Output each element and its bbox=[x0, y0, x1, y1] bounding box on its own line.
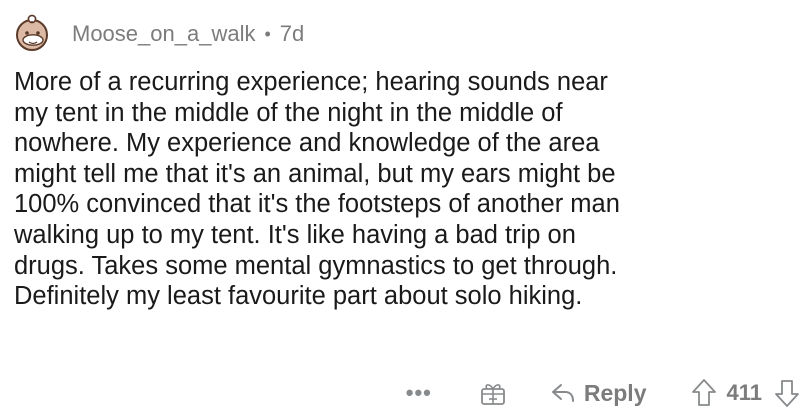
reply-label: Reply bbox=[583, 379, 647, 406]
comment-body-line: nowhere. My experience and knowledge of … bbox=[14, 129, 600, 158]
comment-body-line: Definitely my least favourite part about… bbox=[14, 282, 583, 311]
comment-body-line: 100% convinced that it's the footsteps o… bbox=[14, 190, 620, 219]
more-options-button[interactable]: ••• bbox=[406, 382, 432, 404]
vote-controls: 411 bbox=[691, 378, 800, 408]
username-link[interactable]: Moose_on_a_walk bbox=[72, 21, 255, 47]
comment-body-line: More of a recurring experience; hearing … bbox=[14, 68, 608, 96]
meta-separator: • bbox=[264, 23, 271, 44]
comment-meta: Moose_on_a_walk • 7d bbox=[72, 21, 304, 47]
comment-body-line: my tent in the middle of the night in th… bbox=[14, 98, 563, 127]
reply-arrow-icon bbox=[551, 384, 574, 402]
comment-actions: ••• Reply 411 bbox=[406, 372, 800, 414]
reply-button[interactable]: Reply bbox=[550, 380, 647, 407]
downvote-arrow-icon[interactable] bbox=[774, 378, 800, 408]
upvote-arrow-icon[interactable] bbox=[691, 378, 717, 408]
vote-score: 411 bbox=[726, 380, 763, 405]
avatar-icon[interactable] bbox=[12, 14, 52, 54]
comment-body-line: drugs. Takes some mental gymnastics to g… bbox=[14, 251, 618, 280]
comment-body-line: walking up to my tent. It's like having … bbox=[14, 220, 576, 249]
comment-age: 7d bbox=[279, 21, 305, 46]
comment-header: Moose_on_a_walk • 7d bbox=[12, 12, 304, 56]
comment: Moose_on_a_walk • 7d More of a recurring… bbox=[0, 0, 800, 420]
comment-body-line: might tell me that it's an animal, but m… bbox=[14, 159, 616, 188]
gift-icon[interactable] bbox=[480, 380, 506, 406]
comment-body: More of a recurring experience; hearing … bbox=[14, 67, 798, 312]
